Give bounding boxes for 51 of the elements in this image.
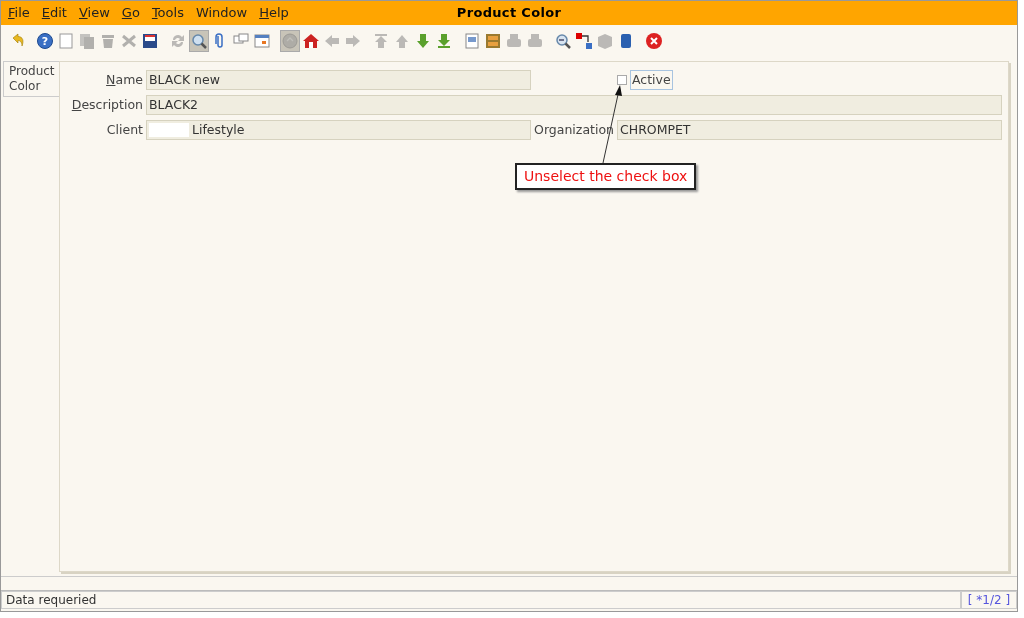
close-button[interactable]	[644, 30, 664, 52]
down-arrow-icon	[414, 32, 432, 50]
search-button[interactable]	[189, 30, 209, 52]
menu-item[interactable]: Go	[121, 3, 140, 23]
name-label: Name	[105, 70, 144, 89]
report-button[interactable]	[462, 30, 482, 52]
tab[interactable]: Product Color	[3, 61, 59, 97]
description-label: Description	[70, 95, 144, 114]
annotation-callout: Unselect the check box	[515, 163, 697, 190]
close-icon	[645, 32, 663, 50]
trash-icon	[99, 32, 117, 50]
organization-field[interactable]: CHROMPET	[617, 120, 1002, 140]
help-button[interactable]: ?	[35, 30, 55, 52]
status-message: Data requeried	[1, 591, 961, 609]
first-record-icon	[372, 32, 390, 50]
active-label: Active	[630, 69, 673, 91]
menu-item[interactable]: Edit	[41, 3, 67, 23]
menu-item[interactable]: File	[8, 3, 30, 23]
home-icon	[302, 32, 320, 50]
client-value: Lifestyle	[192, 121, 245, 139]
printer-icon	[505, 32, 523, 50]
copy-icon	[78, 32, 96, 50]
window-title: Product Color	[456, 4, 562, 23]
organization-label: Organization	[533, 120, 615, 139]
left-arrow-icon	[323, 32, 341, 50]
workflow-button[interactable]	[574, 30, 594, 52]
cross-icon	[120, 32, 138, 50]
menu-item[interactable]: Tools	[151, 3, 184, 23]
archive-icon	[484, 32, 502, 50]
save-icon	[141, 32, 159, 50]
workflow-icon	[575, 32, 593, 50]
right-arrow-icon	[344, 32, 362, 50]
new-document-icon	[57, 32, 75, 50]
last-record-icon	[435, 32, 453, 50]
refresh-icon	[169, 32, 187, 50]
name-field[interactable]: BLACK new	[146, 70, 531, 90]
help-icon	[36, 32, 54, 50]
description-field[interactable]: BLACK2	[146, 95, 1002, 115]
client-label: Client	[105, 120, 144, 139]
record-indicator: [ *1/2 ]	[961, 591, 1017, 609]
search-icon	[190, 32, 208, 50]
client-field[interactable]: Lifestyle	[146, 120, 531, 140]
printer-icon	[526, 32, 544, 50]
menu-item[interactable]: View	[78, 3, 110, 23]
menu-item[interactable]: Window	[195, 3, 248, 23]
active-checkbox[interactable]	[617, 75, 627, 85]
zoom-icon	[554, 32, 572, 50]
menu-item[interactable]: Help	[259, 3, 289, 23]
calendar-icon	[253, 32, 271, 50]
new-document-button[interactable]	[56, 30, 76, 52]
report-icon	[463, 32, 481, 50]
